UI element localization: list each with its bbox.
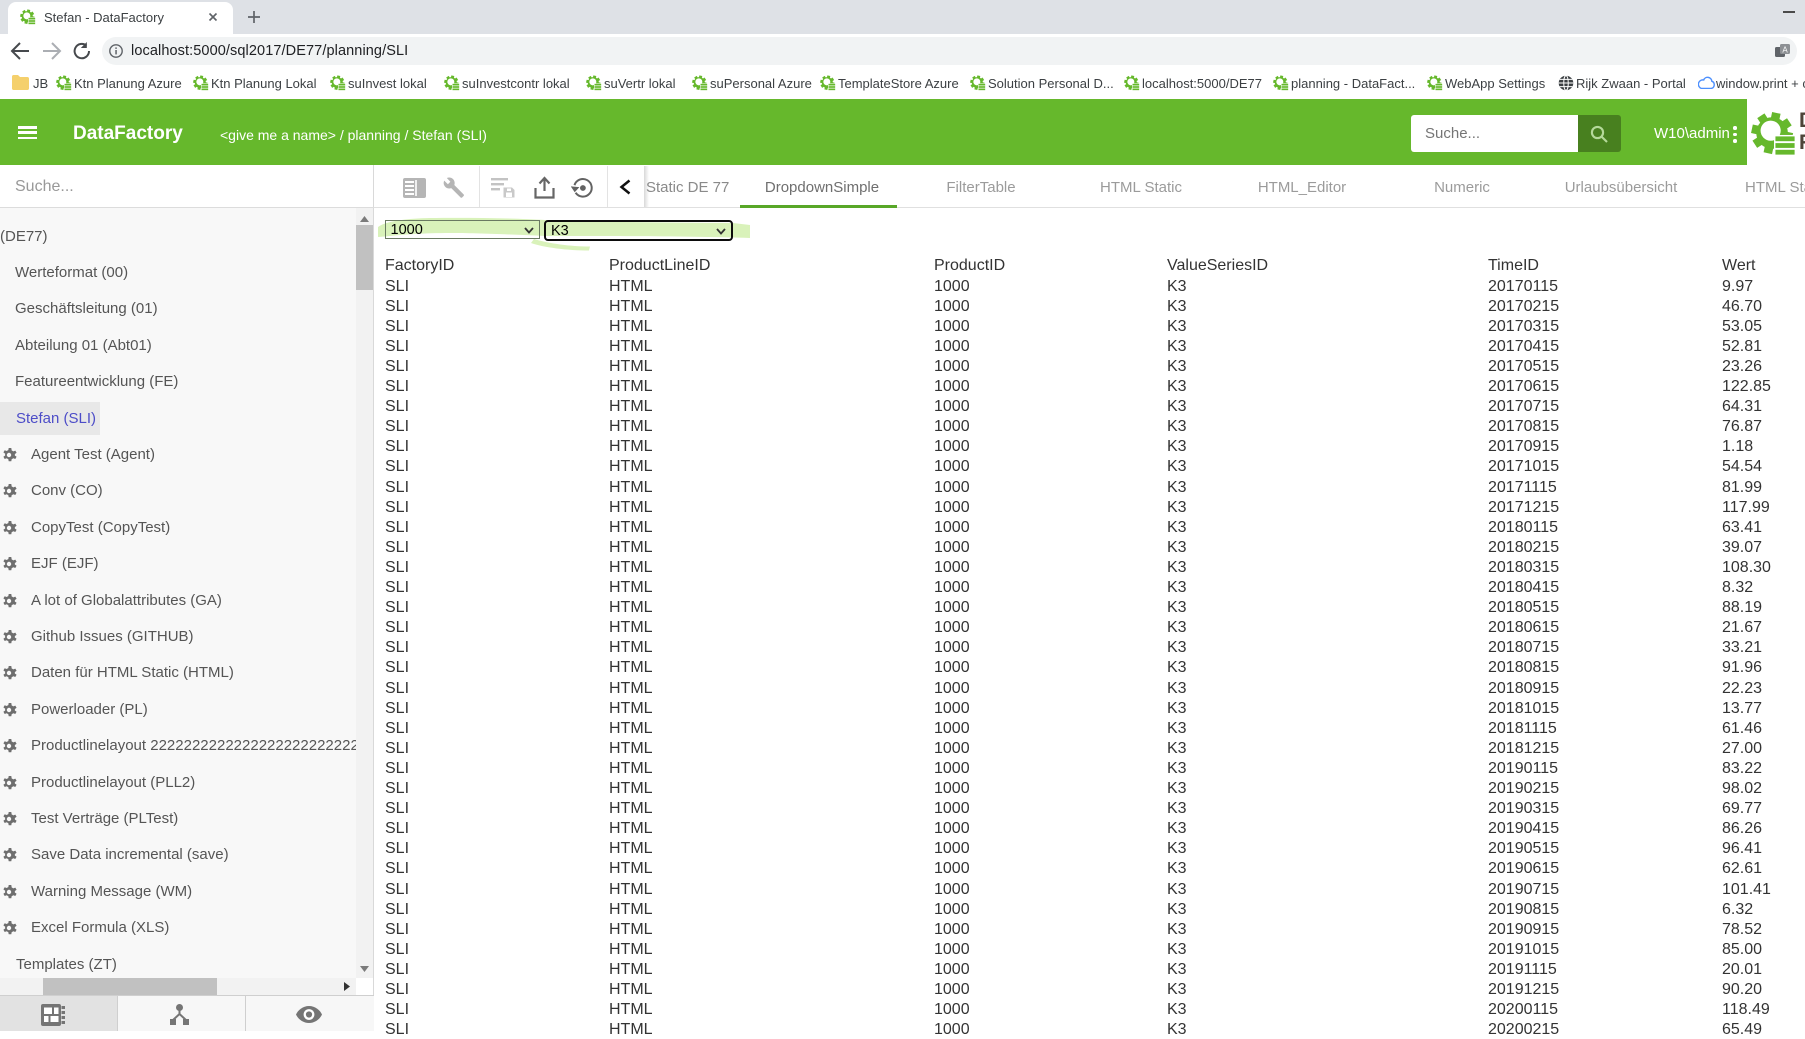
svg-text:A: A [1782,45,1788,54]
